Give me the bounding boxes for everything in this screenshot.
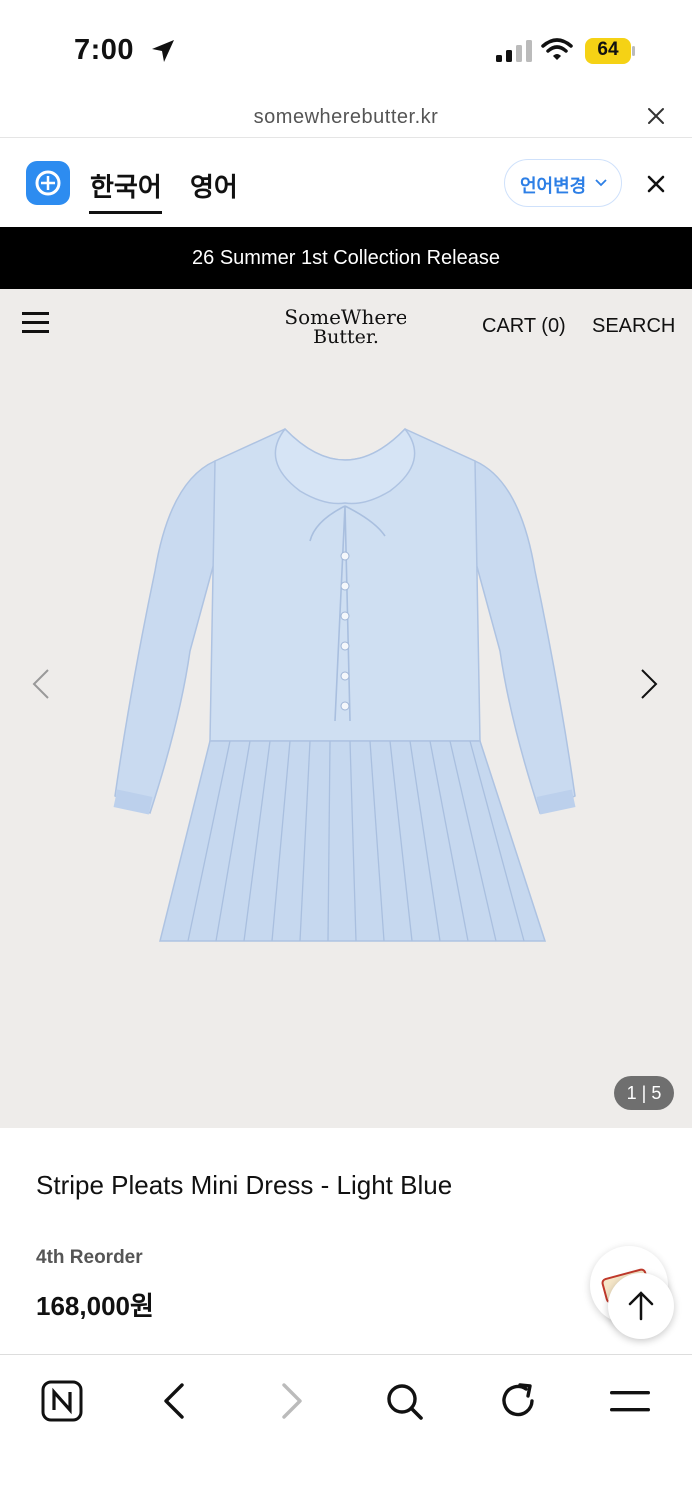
cart-link[interactable]: CART (0)	[482, 315, 566, 338]
location-arrow-icon	[152, 40, 174, 62]
product-price: 168,000원	[36, 1291, 154, 1321]
close-translate-icon[interactable]	[646, 174, 666, 194]
search-link[interactable]: SEARCH	[592, 315, 675, 338]
tab-target-language[interactable]: 영어	[190, 167, 238, 204]
battery-nub	[632, 46, 635, 56]
cellular-signal-icon	[496, 40, 532, 62]
brand-logo[interactable]: SomeWhere Butter.	[286, 303, 406, 347]
arrow-up-icon	[628, 1291, 654, 1321]
site-header: SomeWhere Butter. CART (0) SEARCH	[0, 289, 692, 359]
previous-image-icon[interactable]	[30, 667, 52, 701]
wifi-icon	[541, 38, 573, 60]
scroll-to-top-button[interactable]	[608, 1273, 674, 1339]
brand-logo-line2: Butter.	[313, 326, 379, 347]
change-language-button[interactable]: 언어변경	[504, 159, 622, 207]
back-icon[interactable]	[154, 1379, 198, 1423]
browser-toolbar	[0, 1354, 692, 1500]
announcement-text: 26 Summer 1st Collection Release	[192, 247, 500, 269]
product-image-dress	[113, 427, 576, 942]
naver-home-icon[interactable]	[40, 1379, 84, 1423]
search-icon[interactable]	[382, 1379, 426, 1423]
next-image-icon[interactable]	[638, 667, 660, 701]
active-tab-indicator	[89, 211, 162, 214]
status-time: 7:00	[74, 34, 135, 66]
battery-indicator: 64	[585, 38, 635, 64]
chevron-down-icon	[595, 179, 607, 187]
close-icon[interactable]	[646, 106, 666, 126]
translate-logo-icon	[26, 161, 70, 205]
hamburger-menu-icon[interactable]	[22, 311, 49, 333]
status-bar: 7:00 64	[0, 0, 692, 96]
translate-bar: 한국어 영어 언어변경	[0, 139, 692, 227]
tab-source-language[interactable]: 한국어	[90, 167, 162, 204]
product-image-gallery[interactable]: 1 | 5	[0, 359, 692, 1128]
product-tag: 4th Reorder	[36, 1247, 143, 1268]
reload-icon[interactable]	[496, 1379, 540, 1423]
forward-icon[interactable]	[268, 1379, 312, 1423]
url-bar[interactable]: somewherebutter.kr	[0, 96, 692, 138]
battery-level: 64	[597, 39, 619, 60]
change-language-label: 언어변경	[520, 176, 587, 196]
image-pager: 1 | 5	[614, 1076, 674, 1110]
announcement-banner[interactable]: 26 Summer 1st Collection Release	[0, 227, 692, 289]
url-domain[interactable]: somewherebutter.kr	[0, 106, 692, 129]
menu-icon[interactable]	[608, 1379, 652, 1423]
product-name: Stripe Pleats Mini Dress - Light Blue	[36, 1170, 453, 1200]
